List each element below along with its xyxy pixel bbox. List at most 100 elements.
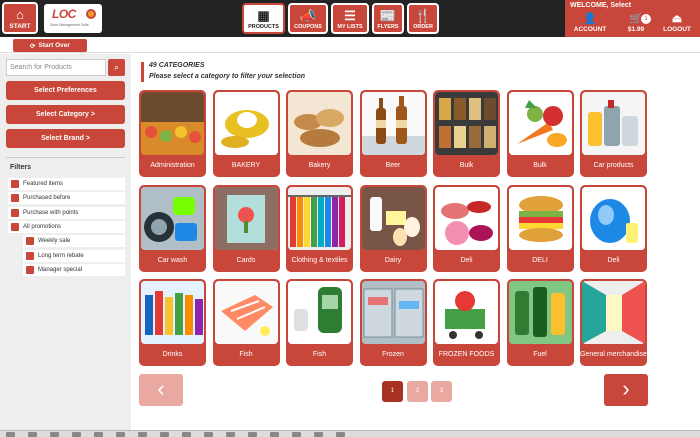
filter-item[interactable]: Purchase with points	[8, 206, 125, 219]
category-label: Deli	[607, 256, 620, 264]
taskbar-app-icon[interactable]	[182, 432, 191, 437]
newspaper-icon: 📰	[379, 8, 397, 23]
taskbar-app-icon[interactable]	[204, 432, 213, 437]
taskbar-app-icon[interactable]	[116, 432, 125, 437]
category-tile[interactable]: Beer	[359, 90, 427, 177]
category-tile[interactable]: Frozen	[359, 279, 427, 366]
category-tile[interactable]: FROZEN FOODS	[433, 279, 500, 366]
pagination: ‹ 1 2 3 ›	[131, 372, 700, 406]
nav-coupons-button[interactable]: 📣 COUPONS	[288, 3, 328, 34]
sidebar: Search for Products ⌕ Select Preferences…	[0, 54, 131, 430]
taskbar-app-icon[interactable]	[72, 432, 81, 437]
category-label: Car products	[593, 162, 634, 170]
logout-icon: ⏏	[671, 13, 683, 25]
category-tile[interactable]: Bulk	[433, 90, 500, 177]
category-tile[interactable]: Fish	[286, 279, 353, 366]
category-tile[interactable]: Bakery	[286, 90, 353, 177]
filter-checkbox[interactable]	[11, 194, 19, 203]
filter-item[interactable]: Manager special	[23, 263, 125, 276]
taskbar-app-icon[interactable]	[50, 432, 59, 437]
category-tile[interactable]: Fish	[212, 279, 280, 366]
taskbar-app-icon[interactable]	[270, 432, 279, 437]
sub-bar: ⟳ Start Over	[0, 37, 700, 53]
select-brand-button[interactable]: Select Brand >	[6, 129, 125, 148]
drink-bottles-image	[141, 281, 204, 344]
filter-checkbox[interactable]	[26, 237, 34, 246]
logo: LOC Store Management Suite	[44, 4, 102, 33]
filter-checkbox[interactable]	[11, 222, 19, 231]
category-tile[interactable]: BAKERY	[212, 90, 280, 177]
taskbar-app-icon[interactable]	[138, 432, 147, 437]
filter-item[interactable]: All promotions	[8, 220, 125, 233]
start-over-button[interactable]: ⟳ Start Over	[13, 39, 87, 52]
category-tile[interactable]: Bulk	[506, 90, 574, 177]
taskbar-app-icon[interactable]	[248, 432, 257, 437]
logout-button[interactable]: ⏏ LOGOUT	[659, 13, 695, 34]
taskbar-app-icon[interactable]	[336, 432, 345, 437]
category-hint: Please select a category to filter your …	[149, 73, 306, 80]
category-tile[interactable]: Fuel	[506, 279, 574, 366]
taskbar-app-icon[interactable]	[226, 432, 235, 437]
category-label: DELI	[532, 256, 548, 264]
category-tile[interactable]: Administration	[139, 90, 206, 177]
filter-checkbox[interactable]	[11, 208, 19, 217]
category-tile[interactable]: Cards	[212, 184, 280, 272]
previous-page-button[interactable]: ‹	[139, 374, 183, 406]
next-page-button[interactable]: ›	[604, 374, 648, 406]
start-button[interactable]: ⌂ START	[2, 2, 38, 34]
category-tile[interactable]: Clothing & textiles	[286, 184, 353, 272]
nav-products-button[interactable]: ▦ PRODUCTS	[242, 3, 285, 34]
category-tile[interactable]: Car products	[580, 90, 647, 177]
category-tile[interactable]: Car wash	[139, 184, 206, 272]
filter-checkbox[interactable]	[26, 265, 34, 274]
filter-item[interactable]: Featured items	[8, 178, 125, 190]
taskbar-app-icon[interactable]	[28, 432, 37, 437]
category-tile[interactable]: Deli	[580, 184, 647, 272]
taskbar-app-icon[interactable]	[94, 432, 103, 437]
category-label: Frozen	[382, 351, 404, 359]
filter-label: Purchase with points	[23, 209, 79, 216]
category-tile[interactable]: General merchandise	[580, 279, 647, 366]
grid-icon: ▦	[257, 8, 270, 23]
taskbar-app-icon[interactable]	[6, 432, 15, 437]
taskbar-app-icon[interactable]	[160, 432, 169, 437]
category-tile[interactable]: Deli	[433, 184, 500, 272]
filter-item[interactable]: Purchased before	[8, 192, 125, 205]
select-category-button[interactable]: Select Category >	[6, 105, 125, 124]
logo-mark-icon	[86, 9, 96, 19]
category-label: Administration	[150, 162, 195, 170]
refresh-icon: ⟳	[30, 42, 36, 50]
clothing-rack-image	[288, 186, 351, 250]
divider	[6, 157, 125, 158]
search-input[interactable]: Search for Products	[6, 59, 106, 76]
cart-count-badge: 1	[641, 14, 651, 24]
nav-my-lists-button[interactable]: ☰ MY LISTS	[331, 3, 369, 34]
welcome-text: WELCOME, Select	[570, 2, 632, 9]
page-3-button[interactable]: 3	[431, 381, 452, 402]
page-2-button[interactable]: 2	[407, 381, 428, 402]
category-tile[interactable]: Dairy	[359, 184, 427, 272]
deli-meats-image	[435, 186, 498, 250]
nav-flyers-button[interactable]: 📰 FLYERS	[372, 3, 404, 34]
search-button[interactable]: ⌕	[108, 59, 125, 76]
bread-basket-image	[288, 92, 351, 155]
fuel-pump-image	[508, 281, 572, 344]
category-count: 49 CATEGORIES	[149, 62, 205, 69]
category-tile[interactable]: Drinks	[139, 279, 206, 366]
nav-order-button[interactable]: 🍴 ORDER	[407, 3, 439, 34]
filter-checkbox[interactable]	[11, 180, 19, 188]
filter-item[interactable]: Weekly sale	[23, 235, 125, 248]
select-preferences-button[interactable]: Select Preferences	[6, 81, 125, 100]
category-label: Cards	[236, 256, 256, 264]
beer-bottles-image	[361, 92, 425, 155]
taskbar-app-icon[interactable]	[314, 432, 323, 437]
category-tile[interactable]: DELI	[506, 184, 574, 272]
filter-label: Manager special	[38, 266, 83, 273]
category-label: General merchandise	[580, 351, 647, 359]
filter-item[interactable]: Long term rebate	[23, 249, 125, 262]
filter-checkbox[interactable]	[26, 251, 34, 260]
page-1-button[interactable]: 1	[382, 381, 403, 402]
account-button[interactable]: 👤 ACCOUNT	[571, 14, 609, 34]
start-label: START	[9, 23, 31, 30]
taskbar-app-icon[interactable]	[292, 432, 301, 437]
